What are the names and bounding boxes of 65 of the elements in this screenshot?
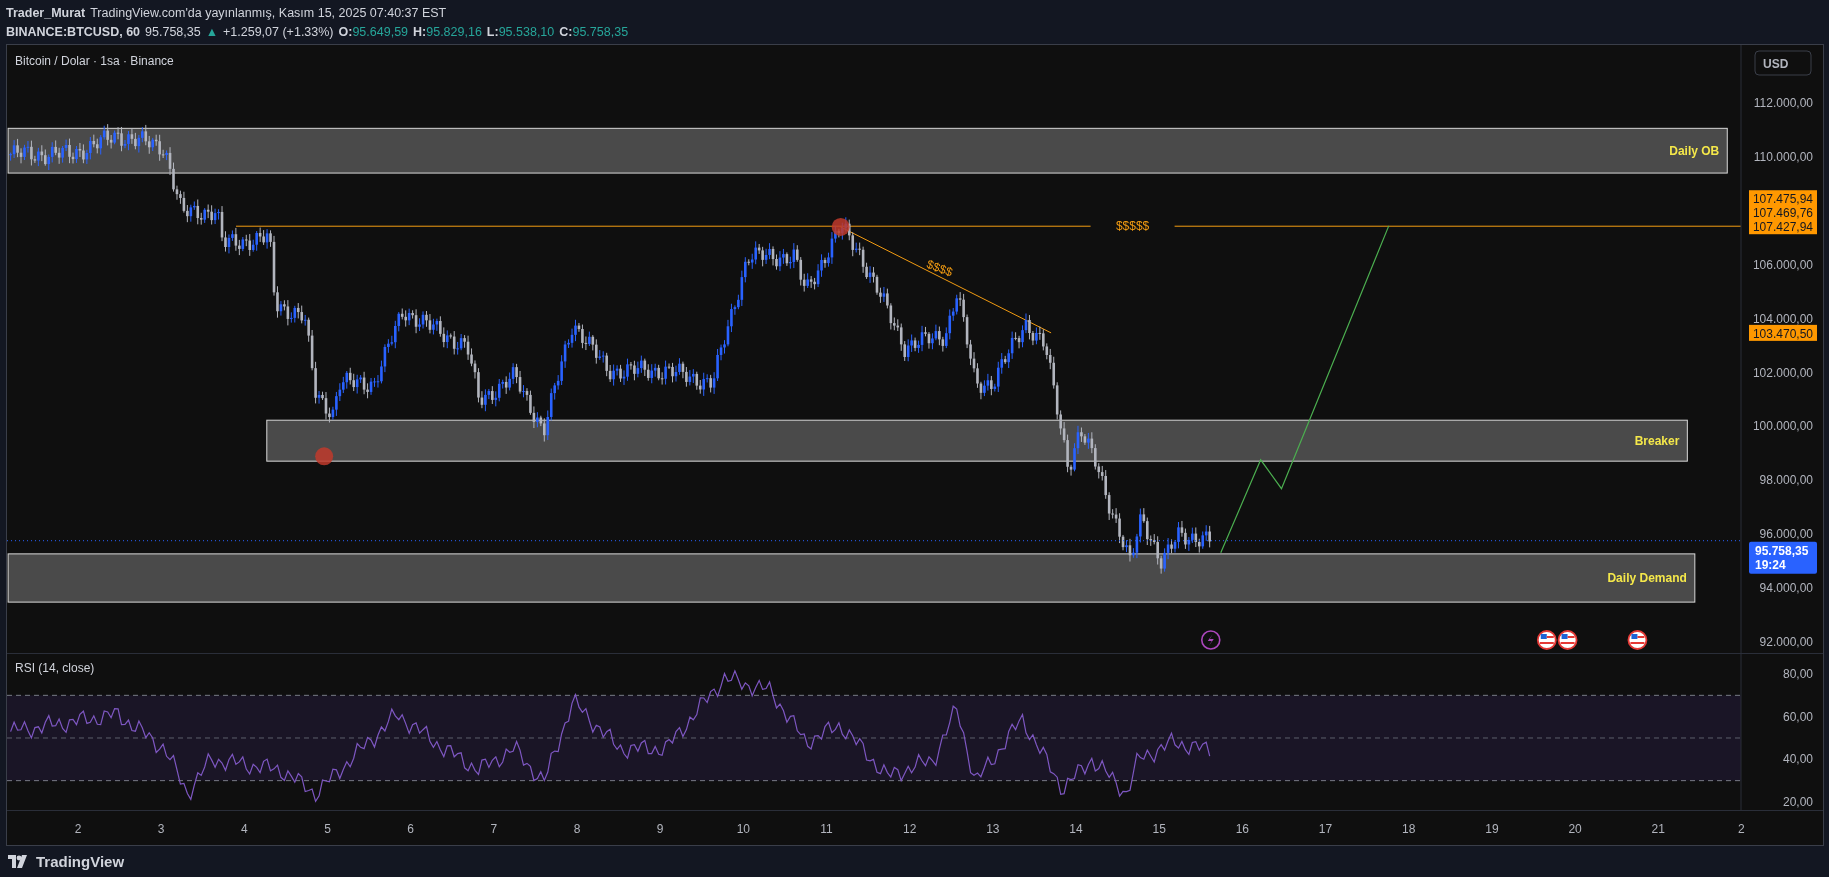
price-tick: 102.000,00 <box>1752 365 1813 380</box>
ohlc-value: 95.758,35 <box>572 24 629 39</box>
time-tick: 4 <box>241 822 248 836</box>
last-price: 95.758,35 <box>145 24 201 39</box>
price-tag: 107.475,94 107.469,76 107.427,94 <box>1749 190 1817 235</box>
price-tick: 98.000,00 <box>1759 473 1813 488</box>
flag-icon[interactable] <box>1536 630 1557 650</box>
chart-title: Bitcoin / Dolar · 1sa · Binance <box>15 54 174 68</box>
time-tick: 16 <box>1235 822 1250 836</box>
currency-button[interactable]: USD <box>1754 50 1812 76</box>
ohlc-label: H: <box>413 24 427 39</box>
zone-label: Daily Demand <box>1607 571 1687 585</box>
time-tick: 3 <box>157 822 165 836</box>
price-tick: 100.000,00 <box>1752 419 1813 434</box>
time-tick: 6 <box>407 822 414 836</box>
time-tick: 8 <box>573 822 581 836</box>
time-tick: 5 <box>324 822 331 836</box>
price-tick: 112.000,00 <box>1753 96 1813 110</box>
ohlc-label: L: <box>486 24 499 39</box>
time-tick: 15 <box>1152 822 1166 836</box>
time-tick: 2 <box>1738 822 1745 836</box>
time-tick: 13 <box>986 822 1000 836</box>
symbol-label: BINANCE:BTCUSD, 60 <box>6 24 141 39</box>
price-tick: 94.000,00 <box>1759 581 1813 596</box>
time-tick: 14 <box>1069 822 1083 836</box>
trend-label: $$$$ <box>924 257 955 280</box>
price-change: +1.259,07 (+1.33%) <box>223 24 334 39</box>
time-tick: 9 <box>656 822 664 836</box>
rsi-tick: 80,00 <box>1782 667 1813 681</box>
brand-name: TradingView <box>36 853 125 870</box>
current-price-tag: 95.758,35 19:24 <box>1749 541 1817 574</box>
price-tick: 92.000,00 <box>1759 635 1813 649</box>
rsi-tick: 60,00 <box>1782 709 1813 724</box>
time-tick: 19 <box>1485 822 1499 836</box>
author-name: Trader_Murat <box>6 5 86 20</box>
time-tick: 17 <box>1318 822 1333 836</box>
ohlc-label: C: <box>559 24 573 39</box>
flag-icon[interactable] <box>1627 630 1648 650</box>
time-tick: 20 <box>1568 822 1582 836</box>
price-tick: 104.000,00 <box>1752 311 1813 326</box>
flag-icon[interactable] <box>1557 630 1578 650</box>
rsi-tick: 40,00 <box>1782 752 1813 767</box>
publish-info: TradingView.com'da yayınlanmış, Kasım 15, 2025 07:40:37 EST <box>90 5 447 20</box>
lightning-icon[interactable] <box>1201 630 1221 650</box>
ohlc-value: 95.538,10 <box>498 24 555 39</box>
rsi-title: RSI (14, close) <box>15 661 95 675</box>
rsi-tick: 20,00 <box>1782 795 1813 809</box>
time-tick: 10 <box>736 822 751 836</box>
time-tick: 7 <box>490 822 498 836</box>
price-tick: 110.000,00 <box>1753 149 1813 164</box>
ohlc-value: 95.649,59 <box>352 24 409 39</box>
time-tick: 18 <box>1402 822 1416 836</box>
zone-label: Daily OB <box>1669 143 1720 158</box>
time-tick: 2 <box>74 822 82 836</box>
level-label: $$$$$ <box>1115 219 1150 234</box>
price-tick: 106.000,00 <box>1752 257 1813 272</box>
time-tick: 11 <box>820 822 833 836</box>
zone-label: Breaker <box>1634 433 1680 448</box>
ohlc-label: O: <box>338 24 353 39</box>
change-arrow: ▲ <box>205 24 219 39</box>
time-tick: 21 <box>1651 822 1665 836</box>
price-tick: 96.000,00 <box>1759 527 1813 542</box>
logo-icon <box>8 854 30 869</box>
time-tick: 12 <box>903 822 917 836</box>
ohlc-value: 95.829,16 <box>426 24 482 39</box>
